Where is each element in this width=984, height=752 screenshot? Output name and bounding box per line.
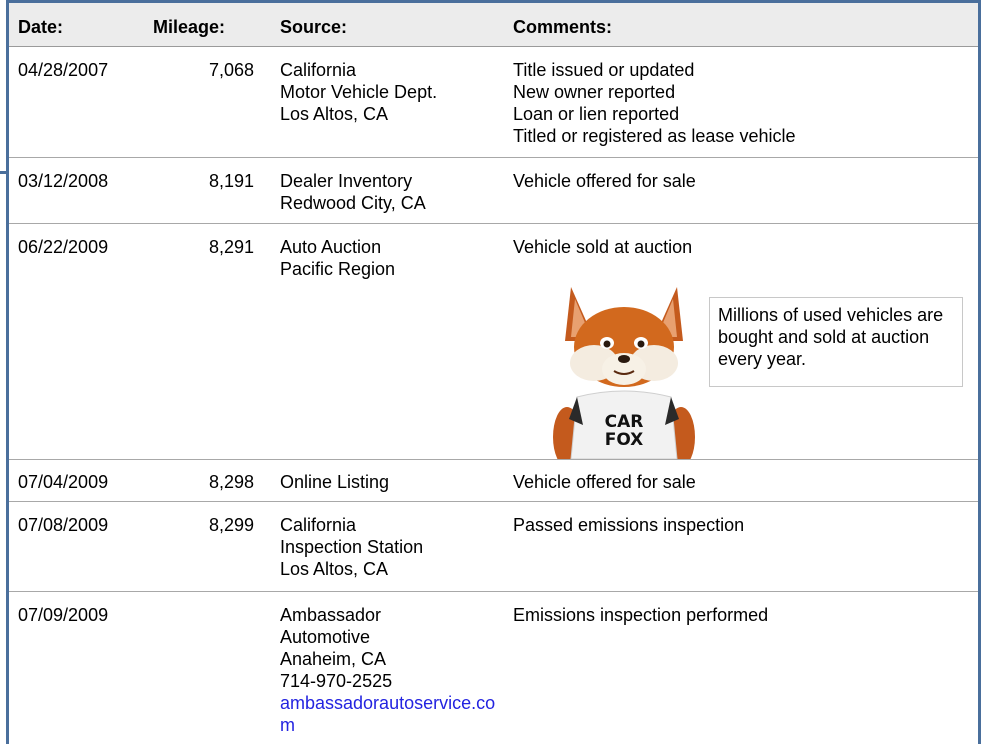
- shirt-text-car: CAR: [605, 412, 644, 432]
- auction-callout: Millions of used vehicles are bought and…: [709, 297, 963, 387]
- row-date: 07/09/2009: [18, 605, 109, 625]
- row-mileage: 8,298: [208, 472, 254, 492]
- source-line: Online Listing: [280, 472, 390, 492]
- source-line: Motor Vehicle Dept.: [280, 82, 438, 102]
- row-date: 07/08/2009: [18, 515, 109, 535]
- header-comments: Comments:: [513, 17, 613, 37]
- row-source: California Motor Vehicle Dept. Los Altos…: [280, 59, 508, 125]
- source-line: Inspection Station: [280, 537, 424, 557]
- comment-line: Passed emissions inspection: [513, 515, 745, 535]
- table-row: 07/04/2009 8,298 Online Listing Vehicle …: [9, 460, 978, 502]
- source-line: California: [280, 60, 357, 80]
- table-row: 03/12/2008 8,191 Dealer Inventory Redwoo…: [9, 158, 978, 224]
- row-comments: Vehicle offered for sale: [513, 471, 973, 493]
- header-date: Date:: [18, 17, 64, 37]
- row-source: Online Listing: [280, 471, 508, 493]
- source-line: Redwood City, CA: [280, 193, 426, 213]
- comment-line: Vehicle sold at auction: [513, 237, 693, 257]
- row-date: 07/04/2009: [18, 472, 109, 492]
- row-comments: Title issued or updated New owner report…: [513, 59, 973, 147]
- row-date: 04/28/2007: [18, 60, 109, 80]
- row-mileage: 7,068: [208, 60, 254, 80]
- row-source: Ambassador Automotive Anaheim, CA 714-97…: [280, 604, 508, 736]
- source-line: Dealer Inventory: [280, 171, 413, 191]
- dealer-website-link[interactable]: ambassadorautoservice.com: [280, 692, 508, 736]
- table-header: Date: Mileage: Source: Comments:: [9, 3, 978, 47]
- row-date: 06/22/2009: [18, 237, 109, 257]
- row-source: Dealer Inventory Redwood City, CA: [280, 170, 508, 214]
- source-line: Pacific Region: [280, 259, 396, 279]
- table-row: 07/09/2009 Ambassador Automotive Anaheim…: [9, 592, 978, 752]
- comment-line: Titled or registered as lease vehicle: [513, 126, 796, 146]
- table-row: 07/08/2009 8,299 California Inspection S…: [9, 502, 978, 592]
- source-line: Ambassador: [280, 605, 382, 625]
- row-source: Auto Auction Pacific Region: [280, 236, 508, 280]
- comment-line: Loan or lien reported: [513, 104, 680, 124]
- comment-line: Title issued or updated: [513, 60, 695, 80]
- comment-line: Vehicle offered for sale: [513, 472, 696, 492]
- table-row: 04/28/2007 7,068 California Motor Vehicl…: [9, 47, 978, 158]
- comment-line: Vehicle offered for sale: [513, 171, 696, 191]
- row-mileage: 8,299: [208, 515, 254, 535]
- row-date: 03/12/2008: [18, 171, 109, 191]
- source-line: Auto Auction: [280, 237, 382, 257]
- comment-line: New owner reported: [513, 82, 676, 102]
- source-line: Automotive: [280, 627, 371, 647]
- source-line: Los Altos, CA: [280, 104, 389, 124]
- source-line: 714-970-2525: [280, 671, 393, 691]
- row-source: California Inspection Station Los Altos,…: [280, 514, 508, 580]
- header-mileage: Mileage:: [153, 17, 226, 37]
- header-source: Source:: [280, 17, 348, 37]
- row-mileage: 8,191: [208, 171, 254, 191]
- row-comments: Emissions inspection performed: [513, 604, 973, 626]
- row-mileage: 8,291: [208, 237, 254, 257]
- source-line: Los Altos, CA: [280, 559, 389, 579]
- row-comments: Passed emissions inspection: [513, 514, 973, 536]
- source-line: California: [280, 515, 357, 535]
- history-table: Date: Mileage: Source: Comments: 04/28/2…: [6, 0, 981, 744]
- row-comments: Vehicle offered for sale: [513, 170, 973, 192]
- shirt-text-fox: FOX: [605, 430, 644, 450]
- comment-line: Emissions inspection performed: [513, 605, 769, 625]
- row-comments: Vehicle sold at auction: [513, 236, 973, 258]
- source-line: Anaheim, CA: [280, 649, 387, 669]
- carfox-mascot-icon: CAR FOX: [553, 287, 695, 459]
